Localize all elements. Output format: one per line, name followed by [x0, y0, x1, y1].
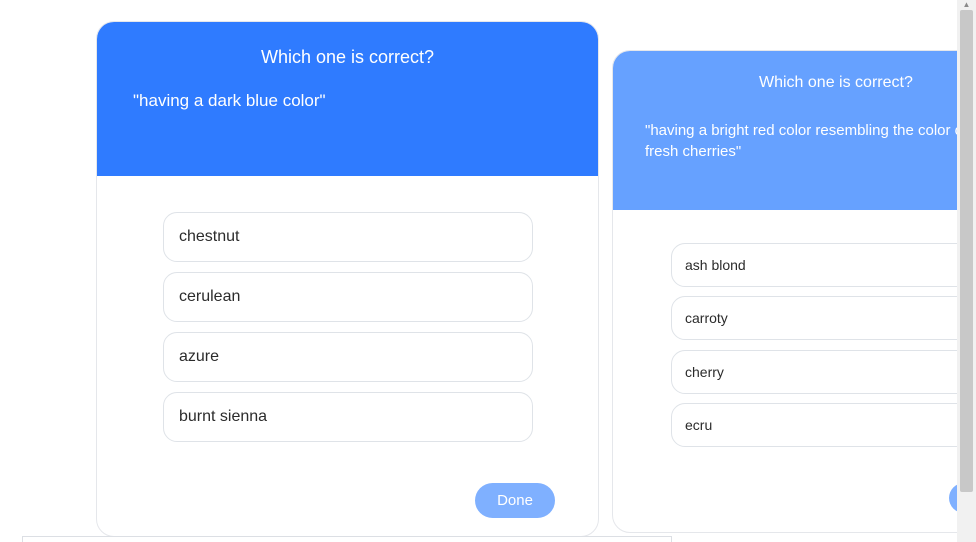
- bottom-panel-edge: [22, 536, 672, 542]
- question-card-next: Which one is correct? "having a bright r…: [612, 50, 976, 533]
- vertical-scrollbar[interactable]: ▲: [957, 0, 976, 542]
- answer-option-azure[interactable]: azure: [163, 332, 533, 382]
- question-card-active: Which one is correct? "having a dark blu…: [96, 21, 599, 537]
- answer-option-ash-blond[interactable]: ash blond: [671, 243, 976, 287]
- question-header: Which one is correct? "having a dark blu…: [97, 22, 598, 176]
- question-title: Which one is correct?: [260, 47, 435, 67]
- done-button[interactable]: Done: [475, 483, 555, 518]
- scroll-up-arrow-icon[interactable]: ▲: [957, 0, 976, 10]
- answer-option-cherry[interactable]: cherry: [671, 350, 976, 394]
- answer-option-burnt-sienna[interactable]: burnt sienna: [163, 392, 533, 442]
- answer-option-cerulean[interactable]: cerulean: [163, 272, 533, 322]
- quiz-page: Which one is correct? "having a dark blu…: [0, 0, 976, 542]
- answer-option-ecru[interactable]: ecru: [671, 403, 976, 447]
- question-header: Which one is correct? "having a bright r…: [613, 51, 976, 210]
- scrollbar-thumb[interactable]: [960, 10, 973, 492]
- answer-option-carroty[interactable]: carroty: [671, 296, 976, 340]
- answer-option-chestnut[interactable]: chestnut: [163, 212, 533, 262]
- question-title: Which one is correct?: [759, 74, 913, 91]
- question-prompt: "having a dark blue color": [133, 91, 326, 110]
- question-prompt: "having a bright red color resembling th…: [645, 122, 968, 160]
